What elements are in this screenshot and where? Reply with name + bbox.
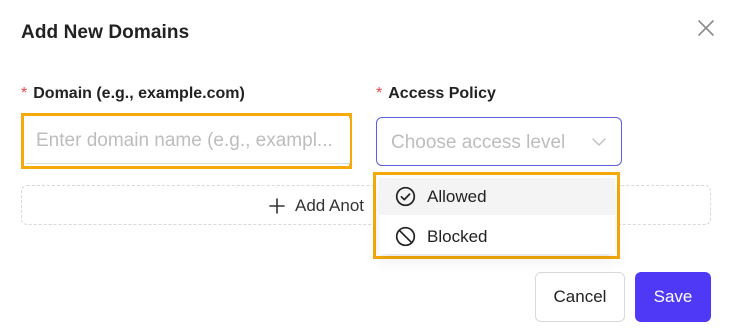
required-mark: * — [376, 85, 383, 102]
option-allowed-label: Allowed — [427, 186, 487, 206]
required-mark: * — [21, 85, 28, 102]
check-circle-icon — [395, 186, 416, 207]
option-allowed[interactable]: Allowed — [379, 178, 615, 215]
domain-label-text: Domain (e.g., example.com) — [33, 85, 245, 102]
close-button[interactable] — [696, 18, 716, 38]
blocked-icon — [395, 226, 416, 247]
option-blocked[interactable]: Blocked — [379, 218, 615, 255]
close-icon — [698, 20, 714, 36]
cancel-button[interactable]: Cancel — [535, 272, 625, 322]
access-policy-placeholder: Choose access level — [391, 132, 566, 153]
plus-icon — [269, 198, 285, 214]
access-policy-label: * Access Policy — [376, 85, 496, 103]
domain-input[interactable] — [26, 118, 350, 164]
access-policy-label-text: Access Policy — [388, 85, 496, 102]
access-policy-select[interactable]: Choose access level — [376, 117, 622, 166]
domain-label: * Domain (e.g., example.com) — [21, 85, 245, 103]
access-policy-dropdown: Allowed Blocked — [379, 177, 615, 254]
option-blocked-label: Blocked — [427, 226, 488, 246]
add-domains-modal: Add New Domains * Domain (e.g., example.c… — [0, 0, 732, 332]
modal-title: Add New Domains — [21, 22, 190, 43]
chevron-down-icon — [592, 138, 606, 146]
add-another-content: Add Anot — [269, 196, 364, 216]
add-another-label: Add Anot — [295, 196, 365, 215]
save-button[interactable]: Save — [635, 272, 711, 322]
